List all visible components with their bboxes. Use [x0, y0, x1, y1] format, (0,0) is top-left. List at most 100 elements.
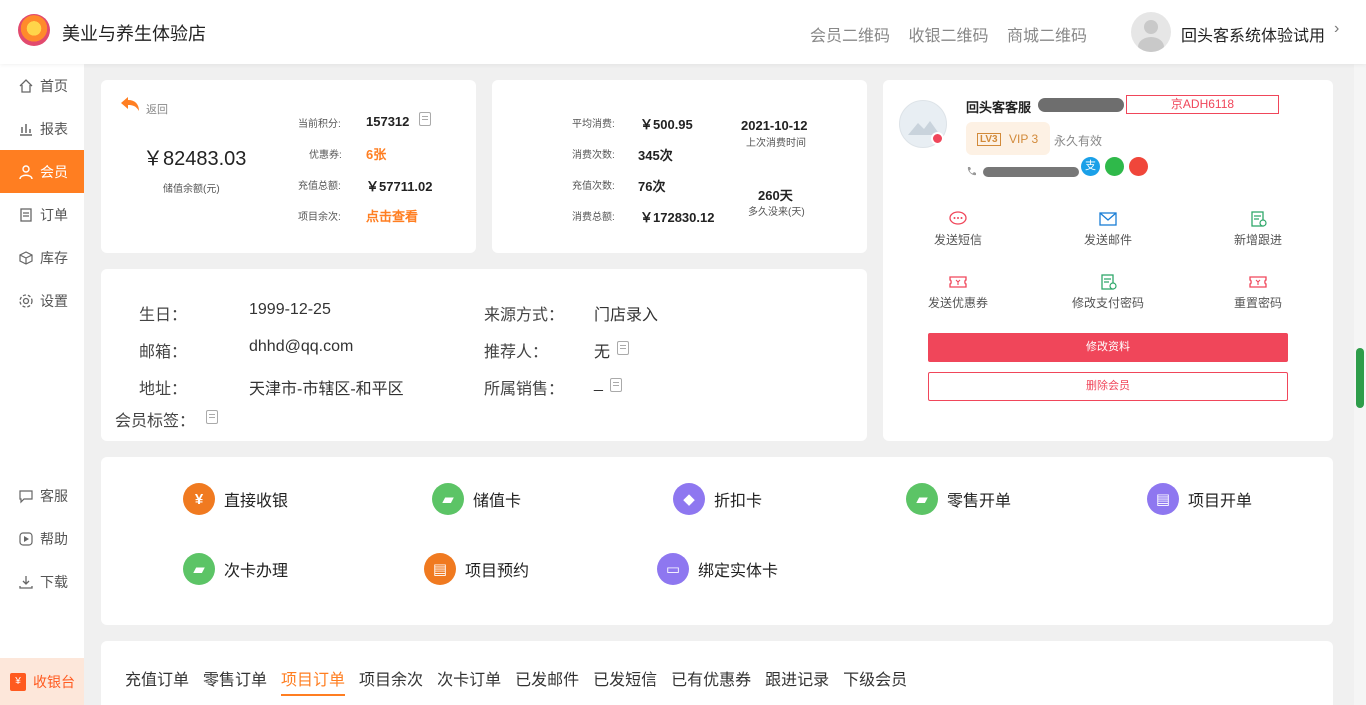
project-order-button[interactable]: ▤ 项目开单 [1147, 483, 1252, 515]
tab-sent-sms[interactable]: 已发短信 [593, 666, 657, 694]
sidebar-item-members[interactable]: 会员 [0, 150, 84, 193]
sidebar-item-inventory[interactable]: 库存 [0, 236, 84, 279]
chart-icon [20, 123, 32, 136]
stored-card-icon: ▰ [432, 483, 464, 515]
sidebar-item-orders[interactable]: 订单 [0, 193, 84, 236]
total-value: ￥172830.12 [640, 210, 715, 225]
header-links: 会员二维码 收银二维码 商城二维码 [810, 22, 1101, 46]
reset-password-button[interactable]: 重置密码 [1203, 274, 1313, 311]
bind-card-label: 绑定实体卡 [698, 563, 779, 580]
order-icon [20, 207, 32, 222]
member-qrcode-link[interactable]: 会员二维码 [810, 28, 890, 45]
add-followup-button[interactable]: 新增跟进 [1203, 211, 1313, 248]
tab-followups[interactable]: 跟进记录 [765, 666, 829, 694]
sidebar-item-reports[interactable]: 报表 [0, 107, 84, 150]
send-sms-button[interactable]: 发送短信 [903, 211, 1013, 248]
total-label: 消费总额: [572, 212, 615, 223]
order-tabs: 充值订单 零售订单 项目订单 项目余次 次卡订单 已发邮件 已发短信 已有优惠券 跟进记录 下级会… [125, 666, 921, 696]
days-value: 260天 [758, 188, 793, 203]
direct-checkout-button[interactable]: ¥ 直接收银 [183, 483, 288, 515]
balance-amount: ￥82483.03 [143, 148, 247, 170]
box-icon [19, 250, 33, 265]
sidebar: 首页 报表 会员 订单 库存 设置 客服 帮助 下载 ¥ 收银台 [0, 64, 84, 705]
project-remaining-label: 项目余次: [298, 212, 341, 223]
send-email-button[interactable]: 发送邮件 [1053, 211, 1163, 248]
referrer-value: 无 [594, 344, 611, 361]
delete-member-button[interactable]: 删除会员 [928, 372, 1288, 401]
female-icon [931, 132, 944, 145]
coupon-value[interactable]: 6张 [366, 144, 386, 163]
count-card-button[interactable]: ▰ 次卡办理 [183, 553, 288, 585]
last-date-caption: 上次消费时间 [746, 138, 806, 149]
sidebar-item-label: 会员 [40, 163, 68, 180]
change-pay-password-button[interactable]: 修改支付密码 [1053, 274, 1163, 311]
sidebar-item-help[interactable]: 帮助 [0, 517, 84, 560]
edit-tags-icon[interactable] [206, 410, 218, 424]
edit-sales-icon[interactable] [610, 378, 622, 392]
sidebar-item-home[interactable]: 首页 [0, 64, 84, 107]
send-coupon-label: 发送优惠券 [927, 296, 988, 310]
sidebar-item-support[interactable]: 客服 [0, 474, 84, 517]
project-booking-button[interactable]: ▤ 项目预约 [424, 553, 529, 585]
tab-coupons[interactable]: 已有优惠券 [671, 666, 751, 694]
send-email-label: 发送邮件 [1083, 233, 1132, 247]
tab-recharge-orders[interactable]: 充值订单 [125, 666, 189, 694]
scrollbar[interactable] [1354, 64, 1366, 705]
discount-card-button[interactable]: ◆ 折扣卡 [673, 483, 762, 515]
bind-card-button[interactable]: ▭ 绑定实体卡 [657, 553, 778, 585]
add-followup-label: 新增跟进 [1233, 233, 1282, 247]
back-link[interactable]: 返回 [146, 101, 168, 117]
avg-label: 平均消费: [572, 119, 615, 130]
balance-caption: 储值余额(元) [163, 184, 220, 195]
chat-icon [19, 489, 33, 503]
download-icon [19, 575, 33, 589]
tab-project-remaining[interactable]: 项目余次 [359, 666, 423, 694]
sidebar-item-label: 客服 [40, 487, 68, 504]
sales-value: _ [594, 375, 603, 392]
retail-order-button[interactable]: ▰ 零售开单 [906, 483, 1011, 515]
back-arrow-icon[interactable] [119, 95, 141, 113]
home-icon [19, 78, 33, 93]
scrollbar-thumb[interactable] [1356, 348, 1364, 408]
tab-sub-members[interactable]: 下级会员 [843, 666, 907, 694]
retail-icon: ▰ [906, 483, 938, 515]
count-card-label: 次卡办理 [224, 563, 289, 580]
mall-qrcode-link[interactable]: 商城二维码 [1007, 28, 1087, 45]
reset-password-label: 重置密码 [1233, 296, 1282, 310]
cashier-icon: ¥ [183, 483, 215, 515]
member-name: 回头客客服 [966, 100, 1032, 115]
edit-profile-button[interactable]: 修改资料 [928, 333, 1288, 362]
tab-project-orders[interactable]: 项目订单 [281, 666, 346, 696]
source-label: 来源方式： [484, 307, 565, 324]
sms-icon [949, 211, 967, 225]
address-value: 天津市-市辖区-和平区 [249, 381, 404, 398]
tab-retail-orders[interactable]: 零售订单 [203, 666, 267, 694]
stored-card-button[interactable]: ▰ 储值卡 [432, 483, 521, 515]
sidebar-item-label: 首页 [40, 77, 68, 94]
edit-referrer-icon[interactable] [617, 341, 629, 355]
store-logo [18, 14, 50, 46]
sidebar-item-label: 订单 [40, 206, 68, 223]
chevron-right-icon[interactable]: › [1334, 20, 1339, 38]
sidebar-item-download[interactable]: 下载 [0, 560, 84, 603]
cashier-button[interactable]: ¥ 收银台 [0, 658, 84, 705]
vip-level-icon: LV3 [977, 133, 1001, 146]
recharge-count-value: 76次 [638, 179, 666, 194]
sidebar-item-settings[interactable]: 设置 [0, 279, 84, 322]
edit-points-icon[interactable] [419, 112, 431, 126]
discount-card-label: 折扣卡 [714, 493, 763, 510]
project-remaining-link[interactable]: 点击查看 [366, 206, 418, 225]
user-name[interactable]: 回头客系统体验试用 [1181, 22, 1325, 46]
avatar[interactable] [1131, 12, 1171, 52]
send-coupon-button[interactable]: 发送优惠券 [903, 274, 1013, 311]
recharge-total-label: 充值总额: [298, 181, 341, 192]
birthday-label: 生日： [139, 307, 188, 324]
address-label: 地址： [139, 381, 188, 398]
tab-sent-emails[interactable]: 已发邮件 [515, 666, 579, 694]
cashier-qrcode-link[interactable]: 收银二维码 [908, 28, 988, 45]
send-sms-label: 发送短信 [933, 233, 982, 247]
consumption-card: 平均消费: ￥500.95 消费次数: 345次 充值次数: 76次 消费总额:… [492, 80, 867, 253]
tab-count-card-orders[interactable]: 次卡订单 [437, 666, 501, 694]
points-label: 当前积分: [298, 119, 341, 130]
sidebar-item-label: 报表 [40, 120, 68, 137]
